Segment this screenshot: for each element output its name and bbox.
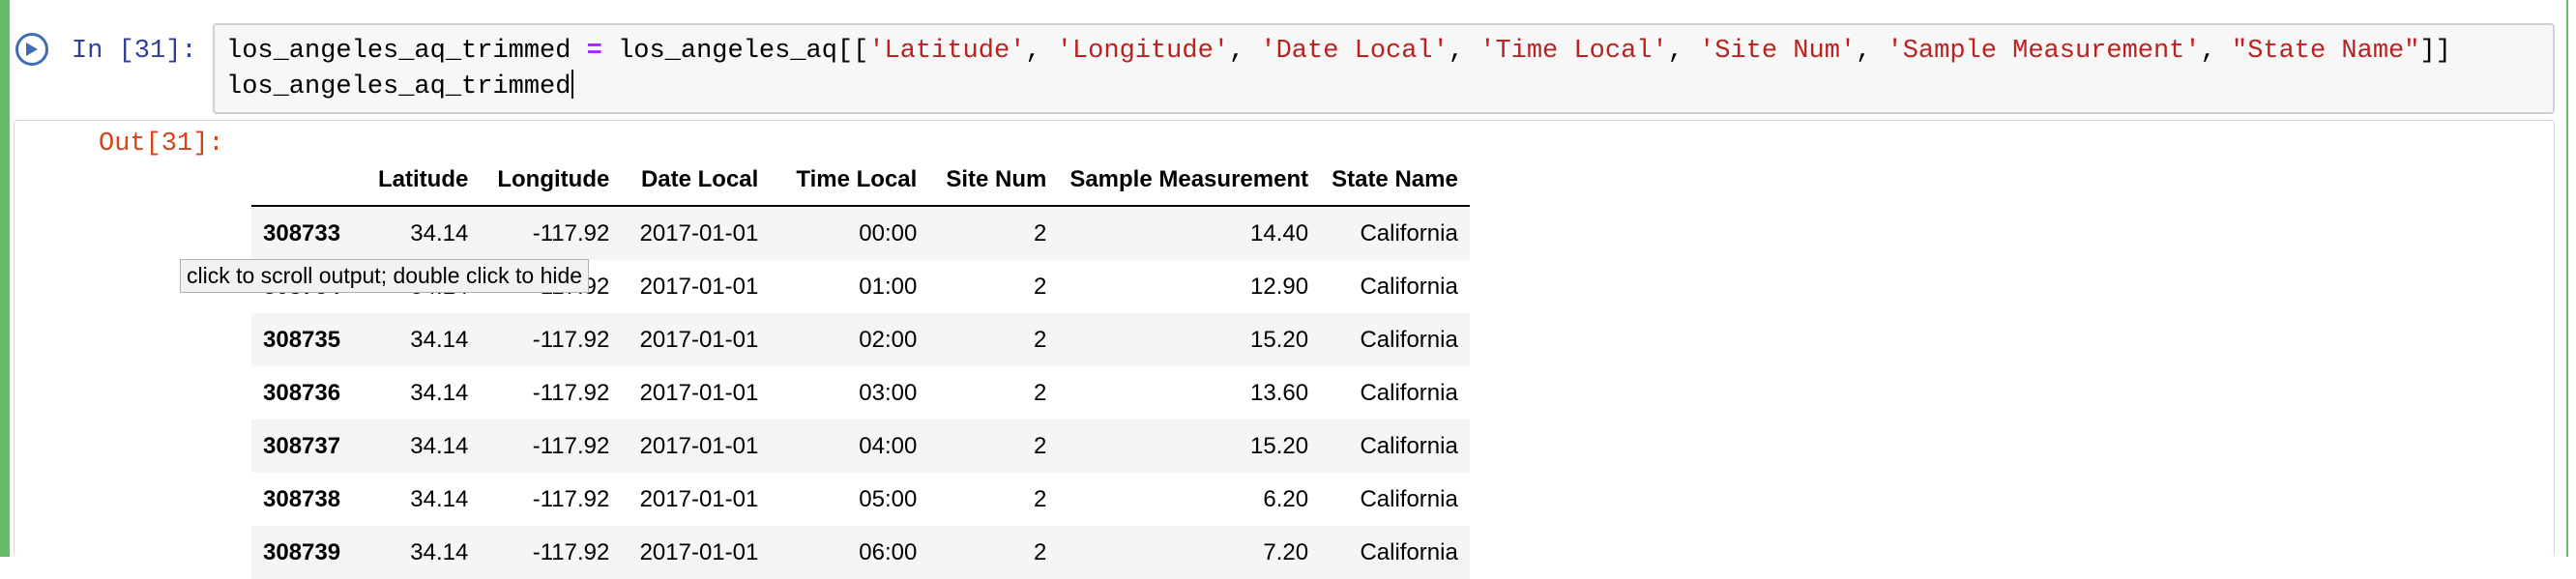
cell-selection-bar xyxy=(0,0,10,557)
table-cell: California xyxy=(1360,273,1458,300)
table-cell: 02:00 xyxy=(859,326,918,353)
table-cell: California xyxy=(1360,326,1458,353)
table-cell: 7.20 xyxy=(1263,538,1309,565)
code-line-1: los_angeles_aq_trimmed = los_angeles_aq[… xyxy=(226,37,2451,66)
code-expression-end: ]] xyxy=(2419,37,2451,66)
table-cell: 03:00 xyxy=(859,379,918,406)
table-cell: 2017-01-01 xyxy=(639,379,759,406)
input-prompt: In [31]: xyxy=(72,37,197,66)
table-cell: 01:00 xyxy=(859,273,918,300)
table-cell: 2017-01-01 xyxy=(639,538,759,565)
column-header: Longitude xyxy=(480,155,622,207)
row-index: 308739 xyxy=(263,538,341,565)
code-string: 'Longitude' xyxy=(1056,37,1229,66)
row-index: 308733 xyxy=(263,219,341,246)
code-separator: , xyxy=(1448,37,1480,66)
table-cell: 2 xyxy=(1033,326,1047,353)
table-cell: 15.20 xyxy=(1250,432,1309,459)
row-index: 308735 xyxy=(263,326,341,353)
notebook-cell[interactable]: In [31]: los_angeles_aq_trimmed = los_an… xyxy=(0,0,2576,579)
table-header-row: Latitude Longitude Date Local Time Local… xyxy=(251,155,1470,207)
code-string: 'Site Num' xyxy=(1699,37,1857,66)
table-row: 308735 34.14 -117.92 2017-01-01 02:00 2 … xyxy=(251,313,1470,366)
table-cell: -117.92 xyxy=(532,326,610,353)
table-cell: California xyxy=(1360,379,1458,406)
column-header: Latitude xyxy=(366,155,481,207)
table-cell: 6.20 xyxy=(1263,485,1309,512)
code-separator: , xyxy=(1856,37,1888,66)
table-cell: -117.92 xyxy=(532,219,610,246)
table-row: 308737 34.14 -117.92 2017-01-01 04:00 2 … xyxy=(251,420,1470,473)
code-separator: , xyxy=(1229,37,1261,66)
dataframe-table: Latitude Longitude Date Local Time Local… xyxy=(251,155,1470,579)
table-cell: 2 xyxy=(1033,219,1047,246)
code-string: 'Latitude' xyxy=(868,37,1026,66)
table-cell: -117.92 xyxy=(532,485,610,512)
code-line-2: los_angeles_aq_trimmed xyxy=(226,70,574,101)
table-row: 308736 34.14 -117.92 2017-01-01 03:00 2 … xyxy=(251,366,1470,420)
row-index: 308736 xyxy=(263,379,341,406)
table-cell: 05:00 xyxy=(859,485,918,512)
row-index: 308737 xyxy=(263,432,341,459)
code-operator: = xyxy=(586,37,602,66)
column-header-index xyxy=(251,155,366,207)
table-cell: California xyxy=(1360,538,1458,565)
table-cell: 34.14 xyxy=(410,219,469,246)
column-header: State Name xyxy=(1320,155,1470,207)
table-cell: 2 xyxy=(1033,485,1047,512)
table-cell: 34.14 xyxy=(410,326,469,353)
code-string: 'Sample Measurement' xyxy=(1887,37,2201,66)
code-separator: , xyxy=(2200,37,2232,66)
table-cell: 00:00 xyxy=(859,219,918,246)
code-expression-start: los_angeles_aq[[ xyxy=(601,37,869,66)
code-variable: los_angeles_aq_trimmed xyxy=(226,72,571,101)
table-cell: 12.90 xyxy=(1250,273,1309,300)
table-cell: 2 xyxy=(1033,538,1047,565)
row-index: 308738 xyxy=(263,485,341,512)
table-row: 308733 34.14 -117.92 2017-01-01 00:00 2 … xyxy=(251,206,1470,260)
table-cell: -117.92 xyxy=(532,538,610,565)
run-cell-icon[interactable] xyxy=(15,33,48,66)
code-separator: , xyxy=(1025,37,1057,66)
table-cell: 2 xyxy=(1033,273,1047,300)
output-prompt[interactable]: Out[31]: xyxy=(99,130,224,159)
table-cell: 14.40 xyxy=(1250,219,1309,246)
column-header: Site Num xyxy=(928,155,1059,207)
table-cell: 34.14 xyxy=(410,538,469,565)
table-cell: 2017-01-01 xyxy=(639,326,759,353)
table-cell: 2017-01-01 xyxy=(639,273,759,300)
table-cell: 2 xyxy=(1033,379,1047,406)
code-editor[interactable]: los_angeles_aq_trimmed = los_angeles_aq[… xyxy=(213,23,2555,114)
table-cell: 2017-01-01 xyxy=(639,485,759,512)
code-string: 'Time Local' xyxy=(1479,37,1668,66)
table-cell: 13.60 xyxy=(1250,379,1309,406)
table-cell: California xyxy=(1360,485,1458,512)
code-string: "State Name" xyxy=(2232,37,2420,66)
table-cell: 34.14 xyxy=(410,432,469,459)
table-cell: 2017-01-01 xyxy=(639,219,759,246)
table-cell: 2 xyxy=(1033,432,1047,459)
table-cell: -117.92 xyxy=(532,432,610,459)
table-cell: 06:00 xyxy=(859,538,918,565)
code-separator: , xyxy=(1667,37,1700,66)
text-cursor xyxy=(571,70,574,99)
code-string: 'Date Local' xyxy=(1260,37,1449,66)
column-header: Time Local xyxy=(770,155,929,207)
table-row: 308739 34.14 -117.92 2017-01-01 06:00 2 … xyxy=(251,526,1470,579)
table-cell: 34.14 xyxy=(410,485,469,512)
column-header: Date Local xyxy=(621,155,771,207)
table-cell: 04:00 xyxy=(859,432,918,459)
column-header: Sample Measurement xyxy=(1058,155,1321,207)
table-row: 308738 34.14 -117.92 2017-01-01 05:00 2 … xyxy=(251,473,1470,526)
table-cell: -117.92 xyxy=(532,379,610,406)
table-cell: California xyxy=(1360,432,1458,459)
code-variable: los_angeles_aq_trimmed xyxy=(226,37,587,66)
table-cell: California xyxy=(1360,219,1458,246)
table-cell: 15.20 xyxy=(1250,326,1309,353)
table-cell: 2017-01-01 xyxy=(639,432,759,459)
output-tooltip: click to scroll output; double click to … xyxy=(180,259,590,293)
table-cell: 34.14 xyxy=(410,379,469,406)
